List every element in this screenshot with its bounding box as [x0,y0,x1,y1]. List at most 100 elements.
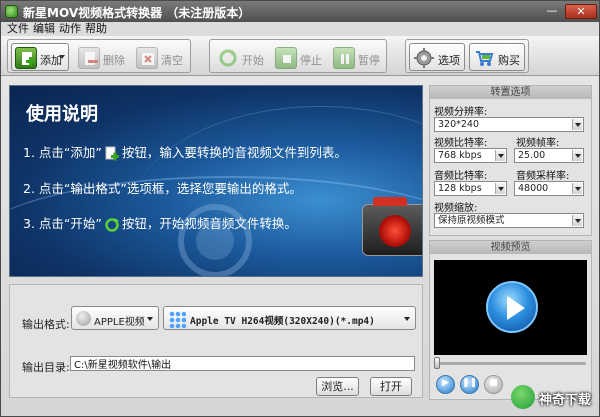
seek-handle[interactable] [434,357,440,369]
chevron-down-icon [572,150,582,161]
browse-button[interactable]: 浏览... [316,377,359,396]
pause-icon: ❚❚ [461,378,478,388]
clear-button-label: 清空 [161,54,183,67]
stop-icon: ■ [489,378,498,388]
video-bitrate-value: 768 kbps [438,150,482,161]
shopping-cart-icon [473,47,495,69]
play-icon[interactable] [486,281,538,333]
preview-pause-button[interactable]: ❚❚ [460,375,479,394]
stop-icon [275,47,297,69]
app-logo-icon [5,5,18,18]
output-format-select[interactable]: Apple TV H264视频(320X240)(*.mp4) [163,306,416,330]
video-scale-select[interactable]: 保持原视频模式 [434,213,584,228]
watermark: 神奇下载 [505,382,599,416]
instruction-step-2: 2. 点击“输出格式”选项框，选择您要输出的格式。 [23,181,302,196]
menu-file[interactable]: 文件 [7,22,29,36]
resolution-label: 视频分辨率: [434,107,488,118]
clear-button[interactable]: 清空 [132,43,188,71]
output-format-value: Apple TV H264视频(320X240)(*.mp4) [190,316,375,327]
sample-rate-select[interactable]: 48000 [514,181,584,196]
file-toolbar-group: 添加 删除 清空 [7,39,191,73]
instructions-heading: 使用说明 [26,104,98,125]
close-button[interactable]: ✕ [565,4,597,19]
output-format-label: 输出格式: [22,318,70,331]
delete-button-label: 删除 [103,54,125,67]
chevron-down-icon [572,183,582,194]
format-category-value: APPLE视频 [94,317,145,328]
chevron-down-icon [495,150,505,161]
instructions-banner: 使用说明 1. 点击“添加” 按钮，输入要转换的音视频文件到列表。 2. 点击“输… [9,85,423,277]
preview-panel: 视频预览 ▶ ❚❚ ■ [429,240,592,400]
resolution-select[interactable]: 320*240 [434,117,584,132]
convert-toolbar-group: 开始 停止 暂停 [209,39,387,73]
start-button-label: 开始 [242,54,264,67]
audio-bitrate-label: 音频比特率: [434,171,488,182]
camera-lens-decoration [379,215,411,247]
video-bitrate-select[interactable]: 768 kbps [434,148,507,163]
open-button[interactable]: 打开 [370,377,412,396]
video-scale-value: 保持原视频模式 [438,215,505,226]
resolution-value: 320*240 [438,119,480,130]
buy-button-label: 购买 [498,54,520,67]
stop-button[interactable]: 停止 [271,43,327,71]
toolbar: 添加 删除 清空 开始 停止 暂停 选项 购买 [1,36,599,76]
output-dir-input[interactable] [70,356,415,371]
format-category-select[interactable]: APPLE视频 [71,306,159,330]
audio-bitrate-select[interactable]: 128 kbps [434,181,507,196]
add-file-icon [104,146,120,162]
instruction-step-3-prefix: 3. 点击“开始” [23,216,102,231]
gear-icon [413,47,435,69]
add-button[interactable]: 添加 [11,43,69,71]
video-bitrate-label: 视频比特率: [434,138,488,149]
chevron-down-icon [572,119,582,130]
delete-file-icon [78,47,100,69]
add-dropdown-icon[interactable] [59,55,65,59]
options-button[interactable]: 选项 [409,43,465,71]
misc-toolbar-group: 选项 购买 [405,39,529,73]
buy-button[interactable]: 购买 [469,43,525,71]
apple-icon [76,311,91,326]
play-triangle [507,296,525,320]
format-dots-icon [169,311,186,328]
preview-stop-button[interactable]: ■ [484,375,503,394]
instruction-step-1-suffix: 按钮，输入要转换的音视频文件到列表。 [121,145,347,160]
video-camera-icon [362,197,422,256]
menu-help[interactable]: 帮助 [85,22,107,36]
seek-track[interactable] [438,362,586,365]
audio-bitrate-value: 128 kbps [438,183,482,194]
pause-button-label: 暂停 [358,54,380,67]
instruction-step-3-suffix: 按钮，开始视频音频文件转换。 [121,216,297,231]
start-button[interactable]: 开始 [213,43,269,71]
stop-button-label: 停止 [300,54,322,67]
minimize-button[interactable]: — [543,4,561,19]
play-icon: ▶ [442,378,449,388]
framerate-value: 25.00 [518,150,546,161]
sample-rate-value: 48000 [518,183,549,194]
settings-panel: 转置选项 视频分辨率: 320*240 视频比特率: 视频帧率: 768 kbp… [429,85,592,236]
delete-button[interactable]: 删除 [74,43,130,71]
menu-edit[interactable]: 编辑 [33,22,55,36]
pause-icon [333,47,355,69]
start-refresh-icon [104,217,120,233]
video-scale-label: 视频缩放: [434,203,478,214]
menu-bar: 文件 编辑 动作 帮助 [1,22,599,36]
chevron-down-icon [572,215,582,226]
window-title: 新星MOV视频格式转换器 （未注册版本） [23,6,251,20]
title-bar[interactable]: 新星MOV视频格式转换器 （未注册版本） — ✕ [1,1,599,22]
preview-play-button[interactable]: ▶ [436,375,455,394]
settings-header: 转置选项 [430,86,591,99]
instruction-step-1-prefix: 1. 点击“添加” [23,145,102,160]
video-preview-screen [434,260,587,355]
camera-top-decoration [373,197,407,206]
start-refresh-icon [217,47,239,69]
watermark-text: 神奇下载 [539,393,592,408]
app-window: 新星MOV视频格式转换器 （未注册版本） — ✕ 文件 编辑 动作 帮助 添加 … [0,0,600,417]
framerate-select[interactable]: 25.00 [514,148,584,163]
menu-action[interactable]: 动作 [59,22,81,36]
pause-button[interactable]: 暂停 [329,43,385,71]
chevron-down-icon [404,317,410,321]
add-file-icon [15,47,37,69]
chevron-down-icon [147,317,153,321]
instruction-step-1: 1. 点击“添加” 按钮，输入要转换的音视频文件到列表。 [23,142,347,162]
sample-rate-label: 音频采样率: [516,171,570,182]
